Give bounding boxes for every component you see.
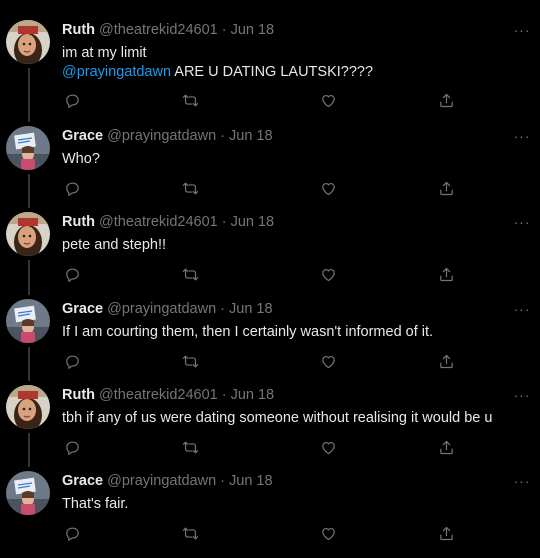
separator: · (220, 128, 226, 144)
retweet-icon[interactable] (180, 523, 200, 543)
tweet-text-line: @prayingatdawn ARE U DATING LAUTSKI???? (62, 63, 373, 82)
tweet-header: Ruth @theatrekid24601 · Jun 18 (62, 20, 274, 40)
tweet-text: That's fair. (62, 496, 129, 512)
tweet[interactable]: Grace @prayingatdawn · Jun 18 ··· That's… (0, 471, 540, 551)
share-icon[interactable] (436, 437, 456, 457)
more-icon[interactable]: ··· (512, 212, 532, 232)
display-name[interactable]: Ruth (62, 387, 95, 403)
tweet-actions (62, 437, 462, 457)
thread-connector-line (28, 174, 30, 208)
mention-link[interactable]: @prayingatdawn (62, 64, 171, 80)
tweet[interactable]: Grace @prayingatdawn · Jun 18 ··· If I a… (0, 299, 540, 374)
reply-icon[interactable] (62, 523, 82, 543)
like-icon[interactable] (318, 178, 338, 198)
tweet-actions (62, 523, 462, 543)
tweet-text-line: im at my limit (62, 45, 147, 61)
separator: · (220, 473, 226, 489)
avatar[interactable] (6, 471, 50, 515)
tweet-actions (62, 351, 462, 371)
tweet-header: Grace @prayingatdawn · Jun 18 (62, 126, 273, 146)
share-icon[interactable] (436, 351, 456, 371)
more-icon[interactable]: ··· (512, 20, 532, 40)
tweet-text-part: ARE U DATING LAUTSKI???? (171, 64, 374, 80)
tweet-text: im at my limit @prayingatdawn ARE U DATI… (62, 44, 373, 82)
reply-icon[interactable] (62, 264, 82, 284)
tweet-actions (62, 178, 462, 198)
tweet-header: Grace @prayingatdawn · Jun 18 (62, 471, 273, 491)
thread-connector-line (28, 347, 30, 381)
separator: · (221, 22, 227, 38)
retweet-icon[interactable] (180, 351, 200, 371)
avatar[interactable] (6, 299, 50, 343)
thread-connector-line (28, 433, 30, 467)
user-handle[interactable]: @theatrekid24601 (99, 22, 218, 38)
timestamp[interactable]: Jun 18 (231, 22, 275, 38)
more-icon[interactable]: ··· (512, 471, 532, 491)
tweet-header: Grace @prayingatdawn · Jun 18 (62, 299, 273, 319)
tweet-actions (62, 90, 462, 110)
reply-icon[interactable] (62, 351, 82, 371)
tweet-text: tbh if any of us were dating someone wit… (62, 410, 493, 426)
retweet-icon[interactable] (180, 437, 200, 457)
timestamp[interactable]: Jun 18 (231, 387, 275, 403)
retweet-icon[interactable] (180, 264, 200, 284)
share-icon[interactable] (436, 90, 456, 110)
avatar[interactable] (6, 126, 50, 170)
share-icon[interactable] (436, 264, 456, 284)
separator: · (221, 214, 227, 230)
reply-icon[interactable] (62, 90, 82, 110)
thread-connector-line (28, 68, 30, 122)
like-icon[interactable] (318, 90, 338, 110)
timestamp[interactable]: Jun 18 (229, 301, 273, 317)
like-icon[interactable] (318, 264, 338, 284)
avatar[interactable] (6, 20, 50, 64)
separator: · (221, 387, 227, 403)
tweet[interactable]: Grace @prayingatdawn · Jun 18 ··· Who? (0, 126, 540, 201)
separator: · (220, 301, 226, 317)
like-icon[interactable] (318, 437, 338, 457)
user-handle[interactable]: @theatrekid24601 (99, 387, 218, 403)
tweet-text: pete and steph!! (62, 237, 166, 253)
tweet[interactable]: Ruth @theatrekid24601 · Jun 18 ··· tbh i… (0, 385, 540, 460)
share-icon[interactable] (436, 523, 456, 543)
retweet-icon[interactable] (180, 90, 200, 110)
more-icon[interactable]: ··· (512, 126, 532, 146)
display-name[interactable]: Ruth (62, 214, 95, 230)
user-handle[interactable]: @prayingatdawn (107, 301, 216, 317)
display-name[interactable]: Grace (62, 301, 103, 317)
tweet-header: Ruth @theatrekid24601 · Jun 18 (62, 212, 274, 232)
display-name[interactable]: Grace (62, 473, 103, 489)
tweet-header: Ruth @theatrekid24601 · Jun 18 (62, 385, 274, 405)
retweet-icon[interactable] (180, 178, 200, 198)
more-icon[interactable]: ··· (512, 299, 532, 319)
like-icon[interactable] (318, 351, 338, 371)
user-handle[interactable]: @prayingatdawn (107, 473, 216, 489)
tweet[interactable]: Ruth @theatrekid24601 · Jun 18 ··· im at… (0, 20, 540, 115)
conversation-thread: Ruth @theatrekid24601 · Jun 18 ··· im at… (0, 0, 540, 558)
avatar[interactable] (6, 212, 50, 256)
tweet-text: If I am courting them, then I certainly … (62, 324, 434, 340)
timestamp[interactable]: Jun 18 (229, 473, 273, 489)
thread-connector-line (28, 260, 30, 295)
like-icon[interactable] (318, 523, 338, 543)
tweet-text: Who? (62, 151, 100, 167)
timestamp[interactable]: Jun 18 (231, 214, 275, 230)
tweet[interactable]: Ruth @theatrekid24601 · Jun 18 ··· pete … (0, 212, 540, 287)
more-icon[interactable]: ··· (512, 385, 532, 405)
avatar[interactable] (6, 385, 50, 429)
timestamp[interactable]: Jun 18 (229, 128, 273, 144)
display-name[interactable]: Ruth (62, 22, 95, 38)
user-handle[interactable]: @theatrekid24601 (99, 214, 218, 230)
reply-icon[interactable] (62, 437, 82, 457)
display-name[interactable]: Grace (62, 128, 103, 144)
share-icon[interactable] (436, 178, 456, 198)
reply-icon[interactable] (62, 178, 82, 198)
user-handle[interactable]: @prayingatdawn (107, 128, 216, 144)
tweet-actions (62, 264, 462, 284)
